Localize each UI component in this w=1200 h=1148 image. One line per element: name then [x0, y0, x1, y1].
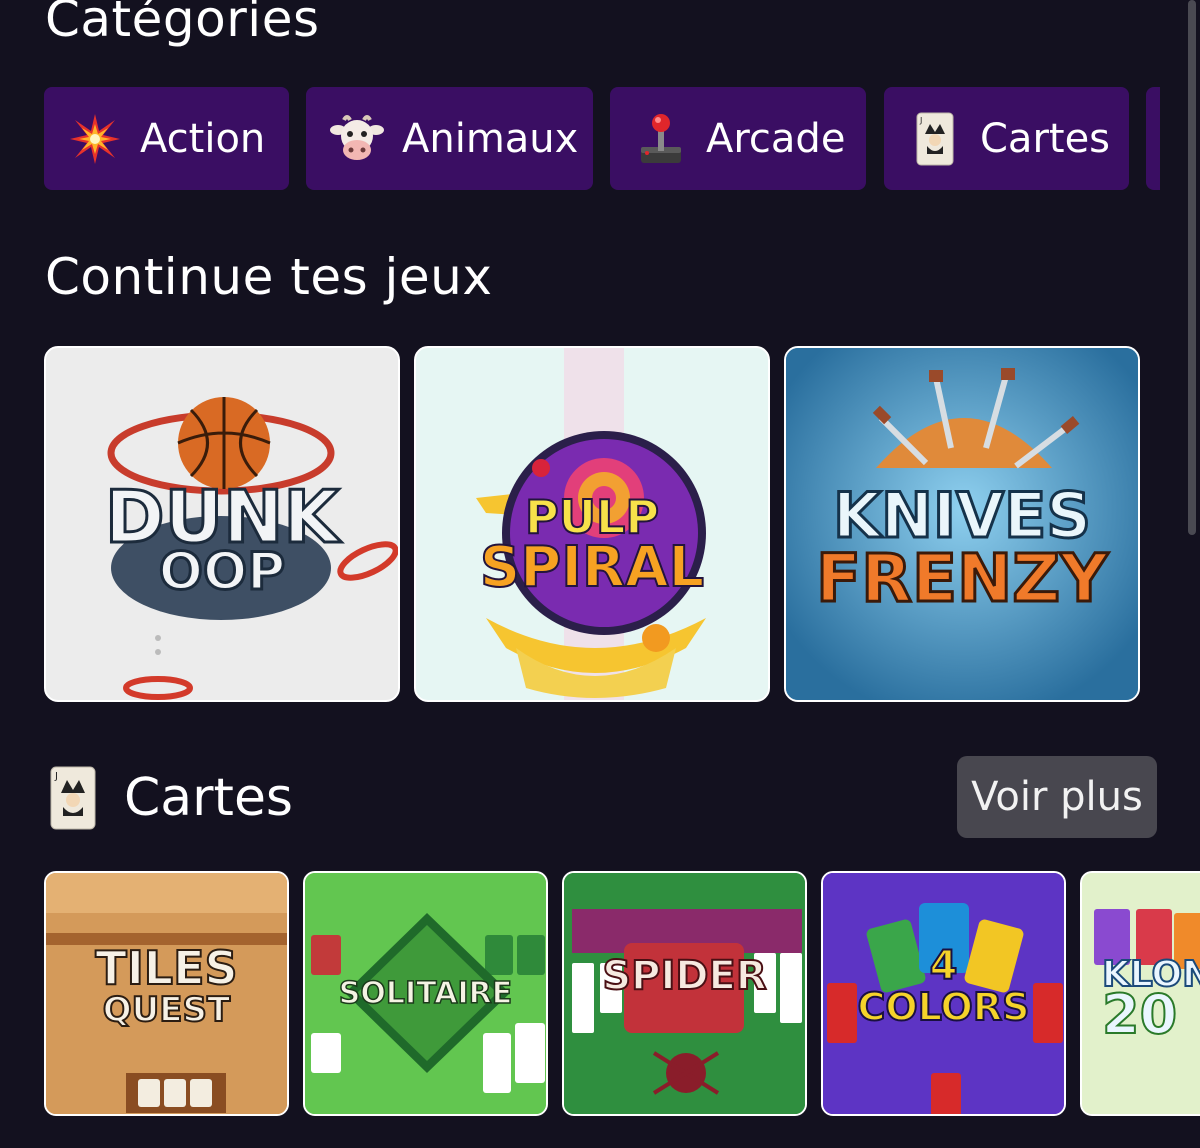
game-thumbnail: PULP SPIRAL [416, 348, 768, 700]
continue-title: Continue tes jeux [45, 248, 493, 306]
category-chip-arcade[interactable]: Arcade [610, 87, 866, 190]
cartes-section-title: Cartes [124, 768, 294, 828]
category-chip-label: Animaux [402, 115, 579, 162]
category-chip-animaux[interactable]: Animaux [306, 87, 593, 190]
voir-plus-button[interactable]: Voir plus [957, 756, 1157, 838]
category-chip-next-partial[interactable] [1146, 87, 1160, 190]
cartes-section-header: J Cartes [50, 766, 293, 830]
category-chip-cartes[interactable]: J Cartes [884, 87, 1129, 190]
joker-card-icon: J [50, 766, 96, 830]
game-logo-line1: KNIVES [832, 479, 1093, 553]
game-logo-line1: PULP [524, 489, 660, 544]
game-card-tiles-quest[interactable]: TILES QUEST [44, 871, 289, 1116]
game-thumbnail: SOLITAIRE [305, 873, 546, 1114]
game-thumbnail: 4 COLORS [823, 873, 1064, 1114]
game-card-knives-frenzy[interactable]: KNIVES FRENZY [784, 346, 1140, 702]
cartes-games-row: TILES QUEST SOLITAIRE SPIDER 4 COLORS KL… [44, 871, 1200, 1117]
game-card-klondike-partial[interactable]: KLON 20 [1080, 871, 1200, 1116]
category-chip-action[interactable]: Action [44, 87, 289, 190]
game-logo-line2: COLORS [857, 985, 1031, 1030]
game-thumbnail: DUNK OOP [46, 348, 398, 700]
joystick-icon [634, 112, 688, 166]
svg-text:J: J [54, 771, 58, 782]
collision-icon [68, 112, 122, 166]
svg-text:J: J [919, 116, 922, 125]
category-chip-label: Cartes [980, 115, 1111, 162]
game-logo-line1: SPIDER [601, 952, 767, 999]
game-logo-line2: QUEST [102, 989, 231, 1030]
game-logo-line1: 4 [929, 943, 959, 990]
game-logo-line2: SPIRAL [479, 535, 705, 601]
game-card-pulp-spiral[interactable]: PULP SPIRAL [414, 346, 770, 702]
game-card-dunk-oop[interactable]: DUNK OOP [44, 346, 400, 702]
cow-icon [330, 112, 384, 166]
game-logo-line2: FRENZY [815, 540, 1110, 618]
category-chip-label: Arcade [706, 115, 846, 162]
joker-card-icon: J [908, 112, 962, 166]
categories-chip-list: Action Animaux Arcade J Cartes [44, 87, 1200, 190]
continue-games-row: DUNK OOP PULP SPIRAL KNIVES FRENZY [44, 346, 1200, 702]
game-card-solitaire[interactable]: SOLITAIRE [303, 871, 548, 1116]
game-thumbnail: SPIDER [564, 873, 805, 1114]
game-card-spider[interactable]: SPIDER [562, 871, 807, 1116]
game-logo-line1: TILES [94, 940, 238, 995]
game-logo-line2: 20 [1101, 983, 1178, 1047]
game-thumbnail: KLON 20 [1082, 873, 1200, 1114]
game-thumbnail: KNIVES FRENZY [786, 348, 1138, 700]
game-card-4-colors[interactable]: 4 COLORS [821, 871, 1066, 1116]
category-chip-label: Action [140, 115, 266, 162]
game-logo-line2: OOP [157, 541, 287, 602]
categories-title: Catégories [45, 0, 320, 48]
game-logo-line1: SOLITAIRE [338, 976, 513, 1011]
game-thumbnail: TILES QUEST [46, 873, 287, 1114]
